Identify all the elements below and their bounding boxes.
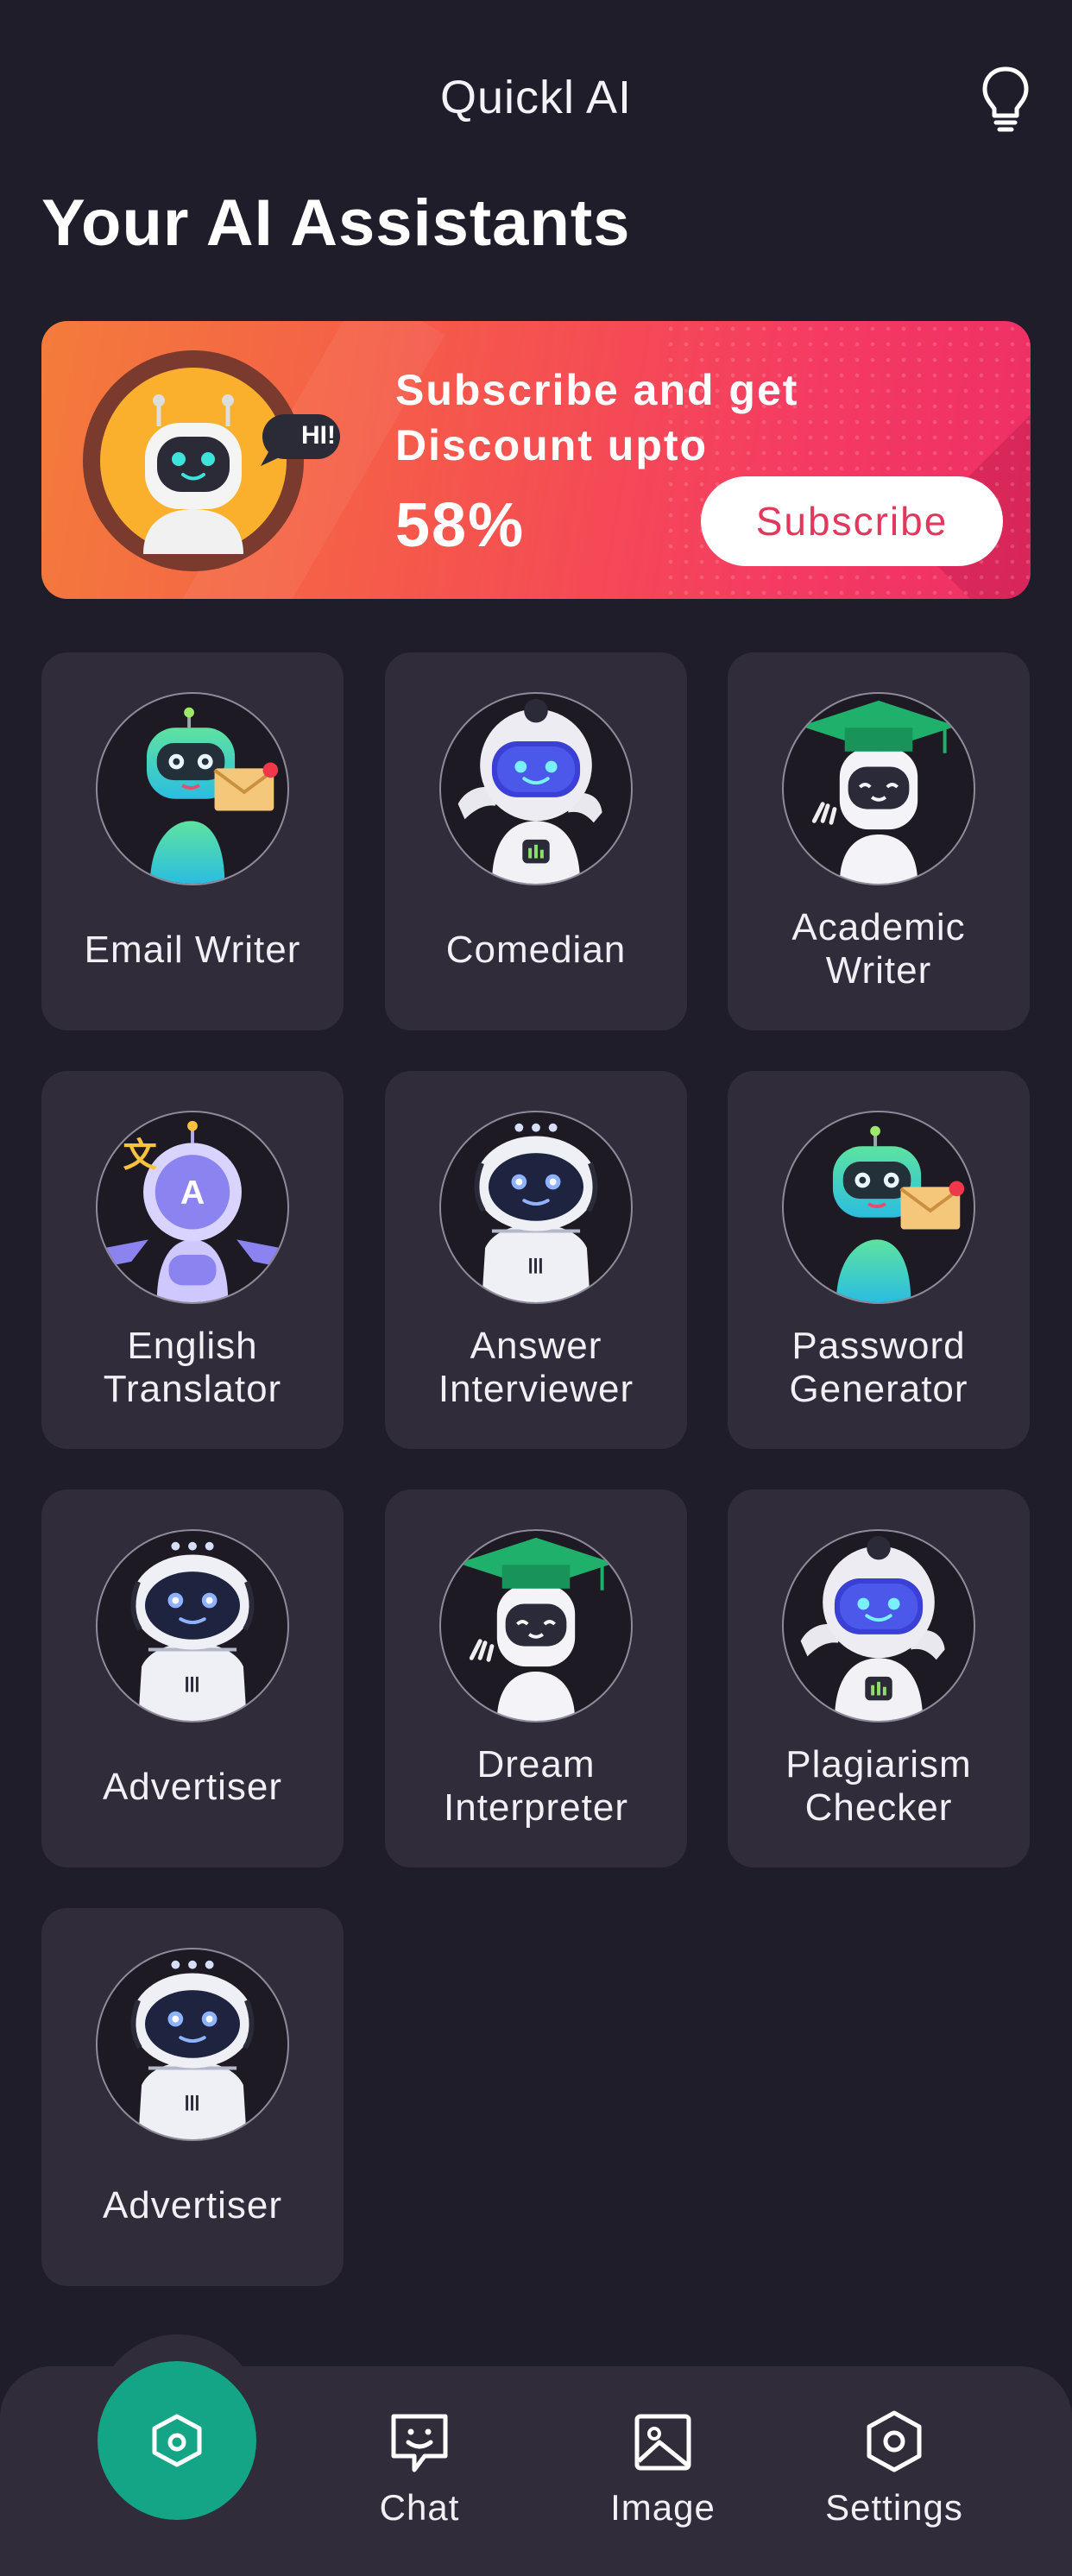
discount-percent: 58% — [395, 491, 526, 560]
assistant-name-line1: Advertiser — [102, 1766, 283, 1808]
assistant-name-line2: Translator — [103, 1368, 282, 1410]
assistant-name-line2: Interpreter — [444, 1786, 628, 1829]
app-title: Quickl AI — [439, 72, 633, 123]
assistant-name-line2: Interviewer — [438, 1368, 634, 1410]
assistant-name: Email Writer — [41, 929, 344, 972]
assistant-name-line1: Comedian — [445, 929, 627, 971]
round-robot-avatar — [96, 1948, 289, 2141]
assistant-card-answer-interviewer[interactable]: Answer Interviewer — [385, 1071, 687, 1449]
assistant-name: Plagiarism Checker — [728, 1743, 1030, 1830]
assistant-card-advertiser[interactable]: Advertiser — [41, 1908, 344, 2286]
assistant-name-line2: Generator — [789, 1368, 968, 1410]
image-icon — [634, 2414, 691, 2471]
svg-text:文: 文 — [123, 1137, 157, 1175]
assistant-name-line2: Writer — [825, 949, 932, 992]
assistant-card-email-writer[interactable]: Email Writer — [41, 652, 344, 1030]
assistant-name-line1: Advertiser — [102, 2184, 283, 2226]
assistant-name-line1: Password — [791, 1325, 966, 1367]
assistant-name: Advertiser — [41, 2184, 344, 2227]
home-tab-button[interactable] — [98, 2361, 256, 2520]
translator-robot-avatar: A文 — [96, 1111, 289, 1304]
assistant-name-line1: Plagiarism — [785, 1743, 972, 1786]
assistant-card-plagiarism-checker[interactable]: Plagiarism Checker — [728, 1490, 1030, 1867]
subscribe-banner[interactable]: HI! Subscribe and get Discount upto 58% … — [41, 321, 1031, 599]
nav-label-settings: Settings — [825, 2487, 963, 2528]
assistant-name-line1: Email Writer — [84, 929, 301, 971]
assistant-name-line1: Dream — [476, 1743, 596, 1786]
assistant-name: Comedian — [385, 929, 687, 972]
svg-text:A: A — [180, 1174, 205, 1212]
assistant-name: Advertiser — [41, 1766, 344, 1809]
assistant-card-dream-interpreter[interactable]: Dream Interpreter — [385, 1490, 687, 1867]
nav-item-settings[interactable]: Settings — [808, 2408, 981, 2529]
banner-headline: Subscribe and get Discount upto — [395, 362, 879, 473]
round-robot-avatar — [96, 1529, 289, 1723]
green-mail-robot-avatar — [96, 692, 289, 885]
nav-label-chat: Chat — [379, 2487, 460, 2528]
assistant-card-academic-writer[interactable]: Academic Writer — [728, 652, 1030, 1030]
settings-icon — [867, 2410, 922, 2472]
banner-headline-line2: Discount upto — [395, 421, 709, 469]
nav-item-chat[interactable]: Chat — [333, 2408, 506, 2529]
hi-bubble-text: HI! — [301, 421, 336, 450]
green-mail-robot-avatar — [782, 1111, 975, 1304]
visor-robot-avatar — [439, 692, 633, 885]
top-bar: Quickl AI — [0, 0, 1072, 198]
nav-item-image[interactable]: Image — [577, 2408, 749, 2529]
banner-headline-line1: Subscribe and get — [395, 366, 799, 414]
round-robot-avatar — [439, 1111, 633, 1304]
hi-robot-illustration — [83, 350, 340, 571]
assistant-name: English Translator — [41, 1325, 344, 1411]
assistant-name-line1: English — [127, 1325, 258, 1367]
assistant-name: Academic Writer — [728, 906, 1030, 992]
assistant-card-password-generator[interactable]: Password Generator — [728, 1071, 1030, 1449]
nav-label-image: Image — [610, 2487, 716, 2528]
home-icon — [152, 2414, 202, 2467]
lightbulb-icon[interactable] — [980, 64, 1031, 135]
assistant-card-advertiser[interactable]: Advertiser — [41, 1490, 344, 1867]
graduate-robot-avatar — [439, 1529, 633, 1723]
subscribe-button[interactable]: Subscribe — [701, 476, 1003, 566]
assistant-name: Password Generator — [728, 1325, 1030, 1411]
assistant-card-comedian[interactable]: Comedian — [385, 652, 687, 1030]
visor-robot-avatar — [782, 1529, 975, 1723]
assistant-card-english-translator[interactable]: A文 English Translator — [41, 1071, 344, 1449]
assistant-name-line1: Answer — [470, 1325, 602, 1367]
assistant-name-line1: Academic — [791, 906, 966, 948]
assistant-name-line2: Checker — [804, 1786, 953, 1829]
assistant-name: Dream Interpreter — [385, 1743, 687, 1830]
chat-icon — [391, 2414, 448, 2472]
assistant-name: Answer Interviewer — [385, 1325, 687, 1411]
graduate-robot-avatar — [782, 692, 975, 885]
page-title: Your AI Assistants — [41, 186, 631, 260]
